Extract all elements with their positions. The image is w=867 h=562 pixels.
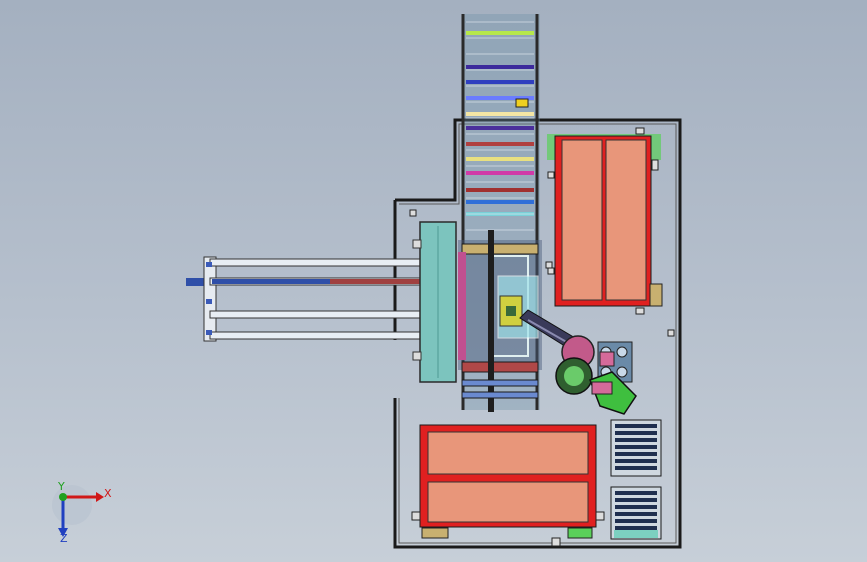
conveyor-roller [466, 171, 534, 175]
pallet-top-right [547, 127, 663, 315]
rack-slat [615, 519, 657, 523]
rack-slat [615, 438, 657, 442]
conveyor-roller [466, 126, 534, 130]
y-axis-dot [59, 493, 67, 501]
transfer-conveyor [412, 221, 457, 383]
conveyor-roller [466, 80, 534, 84]
rack-slat [615, 512, 657, 516]
y-axis-label: Y [57, 480, 65, 493]
rack-slat [615, 498, 657, 502]
rack-slat [615, 452, 657, 456]
rack-slat [615, 526, 657, 530]
rack-slat [615, 424, 657, 428]
conveyor-roller [466, 200, 534, 204]
stacking-rack-lower [610, 486, 662, 540]
pallet-bottom [411, 424, 605, 547]
conveyor-roller [466, 157, 534, 161]
rack-slat [615, 459, 657, 463]
stacking-rack-upper [610, 419, 662, 477]
x-axis-label: X [104, 487, 112, 500]
sensor-marker [515, 98, 529, 108]
side-rail-assembly [186, 256, 421, 342]
coordinate-triad: X Y Z [52, 480, 112, 545]
conveyor-roller [466, 65, 534, 69]
conveyor-roller [466, 112, 534, 116]
rack-slat [615, 505, 657, 509]
conveyor-roller [466, 188, 534, 192]
rack-slat [615, 431, 657, 435]
z-axis-label: Z [60, 532, 68, 545]
rack-slat [615, 466, 657, 470]
cad-viewport[interactable]: X Y Z [0, 0, 867, 562]
rack-slat [615, 491, 657, 495]
assembly-drawing: X Y Z [52, 14, 682, 549]
rack-slat [615, 445, 657, 449]
conveyor-roller [466, 142, 534, 146]
conveyor-roller [466, 31, 534, 35]
